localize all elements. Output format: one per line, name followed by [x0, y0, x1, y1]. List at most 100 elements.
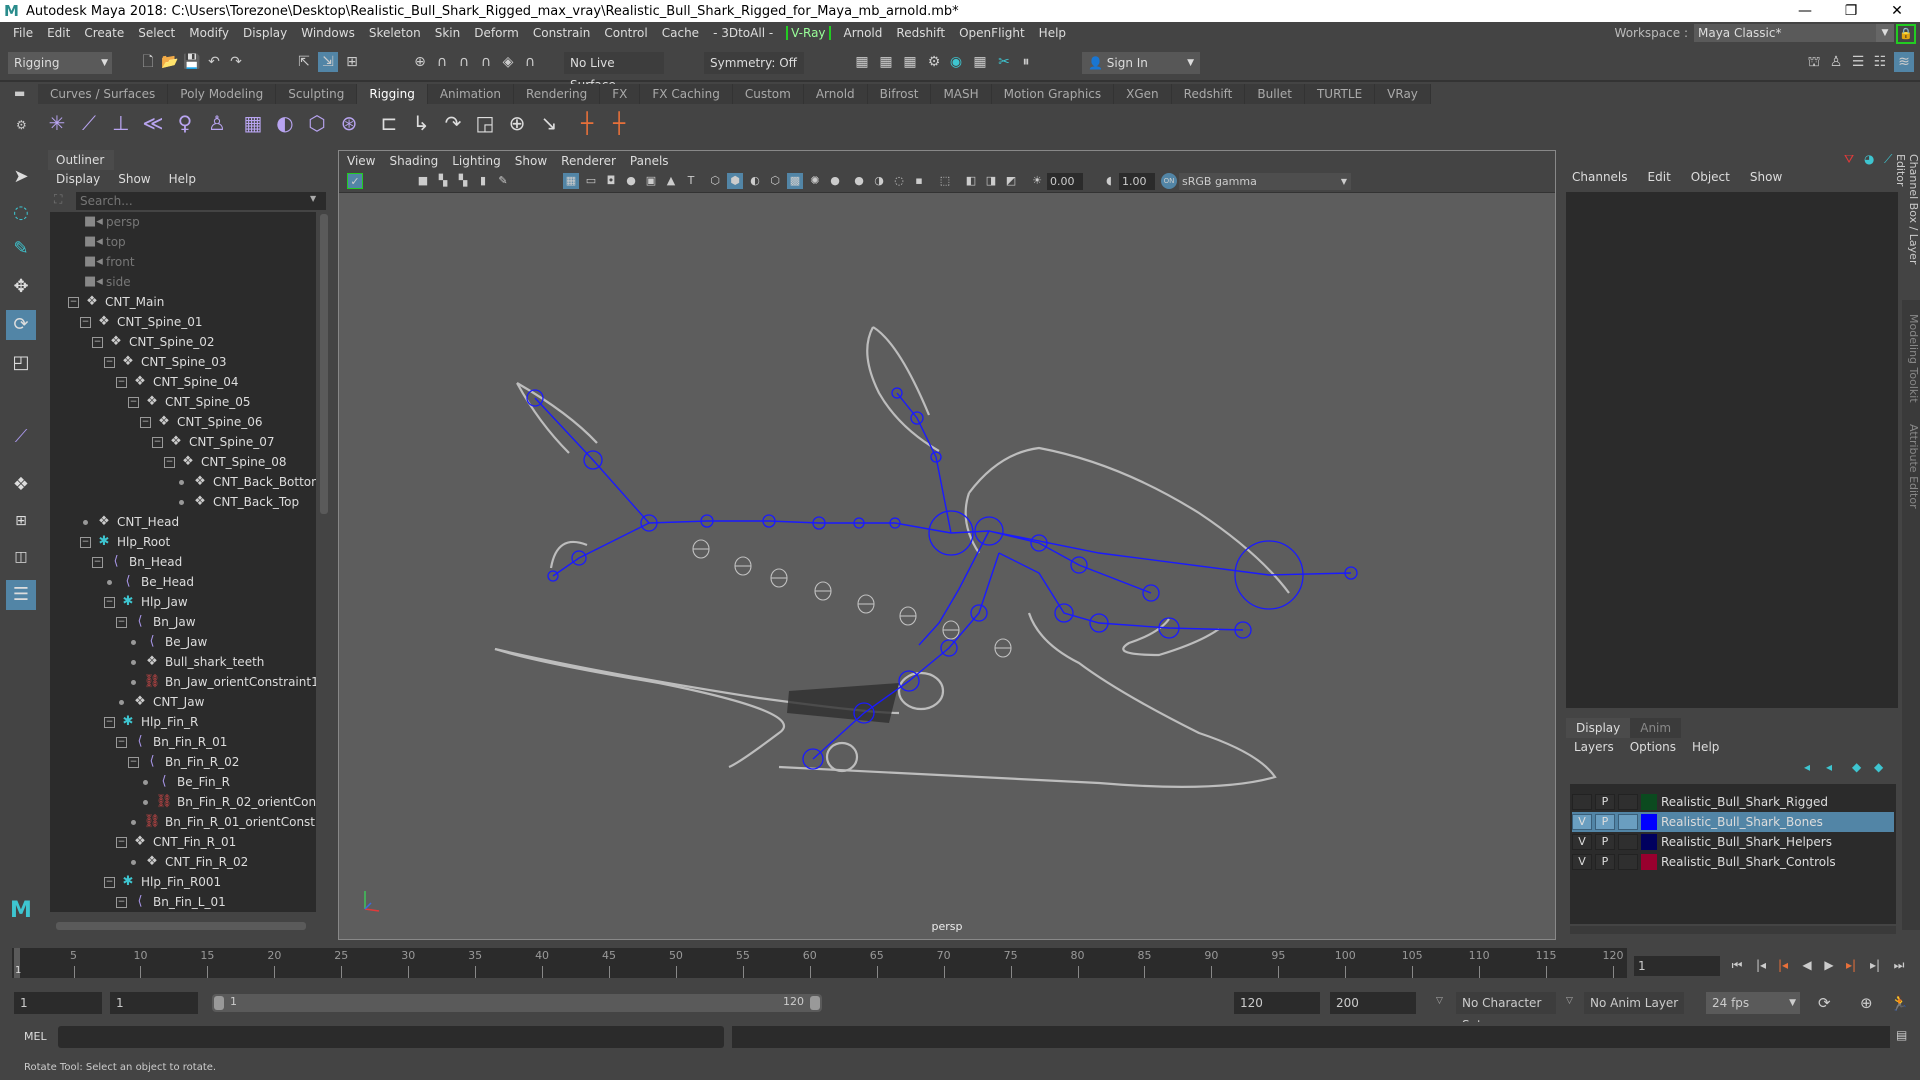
create-joints-icon[interactable]: ✳	[42, 108, 72, 138]
xray-components-icon[interactable]: ◩	[1003, 173, 1019, 189]
layer-row[interactable]: P Realistic_Bull_Shark_Rigged	[1572, 792, 1894, 812]
film-gate-icon[interactable]: ▭	[583, 173, 599, 189]
current-frame-field[interactable]: 1	[1634, 956, 1720, 976]
outliner-item[interactable]: − ❖ CNT_Spine_01	[80, 312, 203, 332]
collapse-toggle-icon[interactable]: −	[116, 376, 127, 388]
camera-attributes-icon[interactable]: ■	[415, 173, 431, 189]
layer-color-swatch[interactable]	[1641, 854, 1657, 870]
textured-icon[interactable]: ▩	[787, 173, 803, 189]
menu-redshift[interactable]: Redshift	[889, 26, 952, 40]
workspace-dropdown[interactable]: Maya Classic* ▼	[1694, 24, 1894, 42]
tool-settings-icon[interactable]: ☷	[1870, 52, 1890, 72]
outliner-item[interactable]: ⛓ Bn_Jaw_orientConstraint1	[128, 672, 316, 692]
insert-joint-icon[interactable]: ⟋	[74, 108, 104, 138]
auto-key-icon[interactable]: ⊕	[1860, 994, 1873, 1012]
outliner-item[interactable]: ⛓ Bn_Fin_R_01_orientConstraint	[128, 812, 316, 832]
vp-menu-show[interactable]: Show	[515, 151, 555, 171]
paint-select-tool-icon[interactable]: ✎	[6, 234, 36, 264]
menu-deform[interactable]: Deform	[467, 26, 526, 40]
connect-attribute-icon[interactable]: ┼	[604, 108, 634, 138]
le-menu-help[interactable]: Help	[1692, 740, 1719, 754]
layer-type-toggle[interactable]	[1618, 834, 1638, 850]
shelf-tab-motion-graphics[interactable]: Motion Graphics	[991, 84, 1115, 104]
outliner-item[interactable]: ❖ CNT_Jaw	[116, 692, 204, 712]
layer-color-swatch[interactable]	[1641, 814, 1657, 830]
shelf-tab-custom[interactable]: Custom	[732, 84, 804, 104]
character-controls-icon[interactable]: ♙	[1826, 52, 1846, 72]
open-scene-icon[interactable]: 📂	[160, 52, 180, 72]
layer-playback-toggle[interactable]: P	[1595, 854, 1615, 870]
layer-hscrollbar[interactable]	[1570, 926, 1896, 934]
scene-view[interactable]	[339, 193, 1555, 921]
last-tool-icon[interactable]: ⟋	[6, 422, 36, 452]
color-management-icon[interactable]: ON	[1161, 173, 1177, 189]
outliner-item[interactable]: ⛓ Bn_Fin_R_02_orientConstrai	[140, 792, 316, 812]
collapse-toggle-icon[interactable]: −	[92, 336, 103, 348]
close-button[interactable]: ✕	[1874, 0, 1920, 22]
outliner-menu-show[interactable]: Show	[118, 172, 150, 186]
depth-of-field-icon[interactable]: ▪	[911, 173, 927, 189]
collapse-toggle-icon[interactable]: −	[104, 356, 115, 368]
ipr-render-icon[interactable]: ▦	[900, 52, 920, 72]
scene-start-field[interactable]: 1	[14, 992, 102, 1014]
animation-preferences-icon[interactable]: 🏃	[1890, 994, 1909, 1012]
layer-visibility-toggle[interactable]: V	[1572, 834, 1592, 850]
shelf-tab-rendering[interactable]: Rendering	[514, 84, 601, 104]
grid-icon[interactable]: ▦	[563, 173, 579, 189]
outliner-item[interactable]: − ✱ Hlp_Root	[80, 532, 170, 552]
shelf-tab-mash[interactable]: MASH	[931, 84, 992, 104]
snap-surface-icon[interactable]: ∩	[520, 52, 540, 72]
shadows-icon[interactable]: ●	[827, 173, 843, 189]
add-attribute-icon[interactable]: ┼	[572, 108, 602, 138]
cb-menu-show[interactable]: Show	[1750, 170, 1782, 184]
smooth-shade-icon[interactable]: ⬢	[727, 173, 743, 189]
le-menu-layers[interactable]: Layers	[1574, 740, 1614, 754]
outliner-item[interactable]: − ❖ CNT_Fin_R_01	[116, 832, 236, 852]
undo-icon[interactable]: ↶	[204, 52, 224, 72]
outliner-item[interactable]: ■◂ side	[84, 272, 131, 292]
collapse-toggle-icon[interactable]: −	[140, 416, 151, 428]
lasso-tool-icon[interactable]: ◌	[6, 198, 36, 228]
control-circle[interactable]	[825, 741, 859, 773]
range-slider[interactable]: 1 120	[212, 994, 822, 1012]
isolate-select-icon[interactable]: ⬚	[937, 173, 953, 189]
step-forward-frame-icon[interactable]: ▸|	[1842, 958, 1860, 976]
play-forwards-icon[interactable]: ▶	[1820, 958, 1838, 976]
pectoral-fin-left-curve[interactable]	[494, 647, 785, 769]
outliner-item[interactable]: ■◂ top	[84, 232, 126, 252]
viewport-panel[interactable]: View Shading Lighting Show Renderer Pane…	[338, 150, 1556, 940]
ambient-occlusion-icon[interactable]: ●	[851, 173, 867, 189]
menu-skeleton[interactable]: Skeleton	[362, 26, 428, 40]
outliner-item[interactable]: − ❖ CNT_Spine_07	[152, 432, 275, 452]
shelf-tab-fx-caching[interactable]: FX Caching	[640, 84, 733, 104]
redo-icon[interactable]: ↷	[226, 52, 246, 72]
safe-title-icon[interactable]: T	[683, 173, 699, 189]
exposure-icon[interactable]: ☀	[1029, 173, 1045, 189]
menu-display[interactable]: Display	[236, 26, 294, 40]
command-mode-label[interactable]: MEL	[24, 1030, 47, 1043]
menu-create[interactable]: Create	[77, 26, 131, 40]
playback-start-field[interactable]: 1	[110, 992, 198, 1014]
side-tab-attribute-editor[interactable]: Attribute Editor	[1902, 420, 1920, 520]
outliner-item[interactable]: − ✱ Hlp_Fin_R	[104, 712, 198, 732]
move-layer-down-icon[interactable]: ◂	[1826, 760, 1832, 774]
collapse-toggle-icon[interactable]: −	[104, 596, 115, 608]
outliner-menu-display[interactable]: Display	[56, 172, 100, 186]
image-plane-icon[interactable]: ▚	[455, 173, 471, 189]
menu-constrain[interactable]: Constrain	[526, 26, 598, 40]
outliner-item[interactable]: − ✱ Hlp_Jaw	[104, 592, 188, 612]
outliner-item[interactable]: ❖ Bull_shark_teeth	[128, 652, 264, 672]
pause-render-icon[interactable]: ⏸	[1016, 52, 1036, 72]
menu-openflight[interactable]: OpenFlight	[952, 26, 1032, 40]
shelf-tab-poly-modeling[interactable]: Poly Modeling	[168, 84, 277, 104]
xray-joints-icon[interactable]: ◨	[983, 173, 999, 189]
channel-box-link-icon[interactable]: ⟋	[1884, 152, 1892, 167]
layer-color-swatch[interactable]	[1641, 834, 1657, 850]
timeline-bar[interactable]: 1 5 10 15 20 25 30 35 40 45 50 55 60 65 70 75 80 85 90 95 1…	[12, 948, 1627, 978]
shelf-tab-fx[interactable]: FX	[600, 84, 641, 104]
menu-3dtoall[interactable]: - 3DtoAll -	[706, 26, 780, 40]
safe-action-icon[interactable]: ▲	[663, 173, 679, 189]
outliner-item[interactable]: ❖ CNT_Head	[80, 512, 179, 532]
shelf-tab-arnold[interactable]: Arnold	[803, 84, 868, 104]
2d-pan-zoom-icon[interactable]: ▮	[475, 173, 491, 189]
